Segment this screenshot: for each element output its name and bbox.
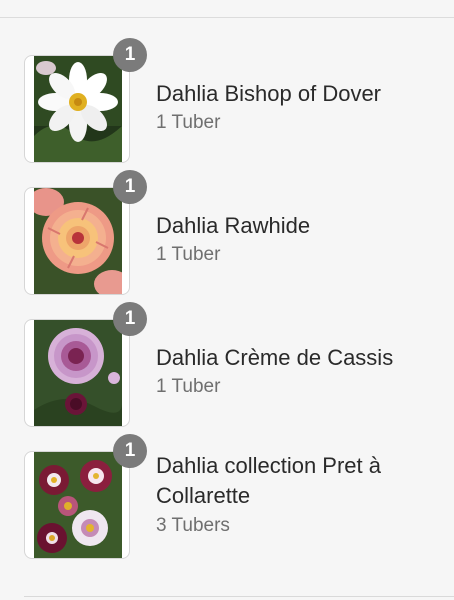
product-name[interactable]: Dahlia Bishop of Dover — [156, 79, 446, 109]
quantity-badge: 1 — [113, 302, 147, 336]
collarette-dahlias-photo — [34, 452, 122, 558]
product-thumbnail[interactable] — [24, 451, 130, 559]
white-dahlia-photo — [34, 56, 122, 162]
cart-item[interactable]: 1 Dahlia Bishop of Dover 1 Tuber — [24, 38, 454, 165]
product-quantity: 3 Tubers — [156, 515, 230, 536]
purple-dahlia-photo — [34, 320, 122, 426]
product-quantity: 1 Tuber — [156, 376, 221, 397]
cart-item[interactable]: 1 Dahlia Crème de Cassis 1 Tuber — [24, 302, 454, 429]
top-divider — [0, 17, 454, 18]
product-name[interactable]: Dahlia collection Pret à Collarette — [156, 451, 446, 511]
quantity-badge: 1 — [113, 170, 147, 204]
bottom-divider — [24, 596, 454, 597]
product-name[interactable]: Dahlia Crème de Cassis — [156, 343, 446, 373]
product-quantity: 1 Tuber — [156, 244, 221, 265]
cart-item[interactable]: 1 Dahlia Rawhide 1 Tuber — [24, 170, 454, 297]
quantity-badge: 1 — [113, 434, 147, 468]
product-thumbnail[interactable] — [24, 55, 130, 163]
product-quantity: 1 Tuber — [156, 112, 221, 133]
product-thumbnail[interactable] — [24, 187, 130, 295]
product-name[interactable]: Dahlia Rawhide — [156, 211, 446, 241]
product-thumbnail[interactable] — [24, 319, 130, 427]
quantity-badge: 1 — [113, 38, 147, 72]
cart-item[interactable]: 1 Dahlia collection Pret à Collarette 3 … — [24, 434, 454, 561]
peach-dahlia-photo — [34, 188, 122, 294]
